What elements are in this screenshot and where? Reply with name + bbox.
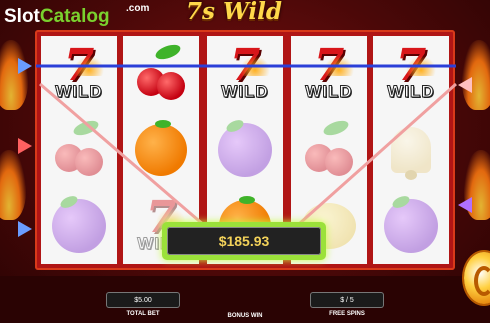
slotcatalog-watermark: SlotCatalog .com — [4, 3, 150, 27]
plum-icon — [384, 199, 438, 253]
payline-arrow-right-2[interactable] — [458, 197, 472, 213]
game-title: 7s Wild — [186, 0, 282, 25]
seven-icon: 7 — [313, 40, 354, 91]
orange-icon — [135, 120, 187, 176]
symbol-orange — [123, 112, 199, 188]
total-bet-field[interactable]: $5.00 — [106, 292, 180, 308]
reel-5: 7 WILD — [373, 36, 449, 264]
free-spins-field: $ / 5 — [310, 292, 384, 308]
payline-arrow-left-2[interactable] — [18, 138, 32, 154]
cherry-icon — [301, 117, 357, 178]
payline-arrow-right-1[interactable] — [458, 77, 472, 93]
symbol-plum — [41, 188, 117, 264]
payline-arrow-left-3[interactable] — [18, 221, 32, 237]
symbol-seven-wild: 7 WILD — [305, 40, 354, 102]
seven-icon: 7 — [229, 40, 270, 91]
bell-icon — [391, 127, 431, 180]
seven-icon: 7 — [63, 40, 104, 91]
total-bet-label: TOTAL BET — [126, 311, 160, 317]
cherry-icon — [51, 117, 107, 178]
symbol-cherry — [123, 36, 199, 112]
symbol-cherry — [291, 112, 367, 188]
free-spins-label: FREE SPINS — [329, 311, 365, 317]
win-display: $185.93 — [162, 222, 326, 260]
cherry-icon — [133, 41, 189, 102]
symbol-seven-wild: 7 WILD — [387, 40, 436, 102]
plum-icon — [218, 123, 272, 177]
reel-1: 7 WILD — [41, 36, 117, 264]
symbol-plum — [373, 188, 449, 264]
symbol-bell — [373, 112, 449, 188]
free-spins-value: $ / 5 — [340, 296, 354, 304]
bonus-win-label: BONUS WIN — [227, 313, 263, 319]
symbol-plum — [207, 112, 283, 188]
flame-right-top — [462, 40, 490, 110]
symbol-cherry — [41, 112, 117, 188]
total-bet-value: $5.00 — [134, 296, 152, 304]
payline-arrow-left-1[interactable] — [18, 58, 32, 74]
symbol-seven-wild: 7 WILD — [55, 40, 104, 102]
seven-icon: 7 — [395, 40, 436, 91]
plum-icon — [52, 199, 106, 253]
win-amount: $185.93 — [167, 227, 321, 255]
symbol-seven-wild: 7 WILD — [221, 40, 270, 102]
